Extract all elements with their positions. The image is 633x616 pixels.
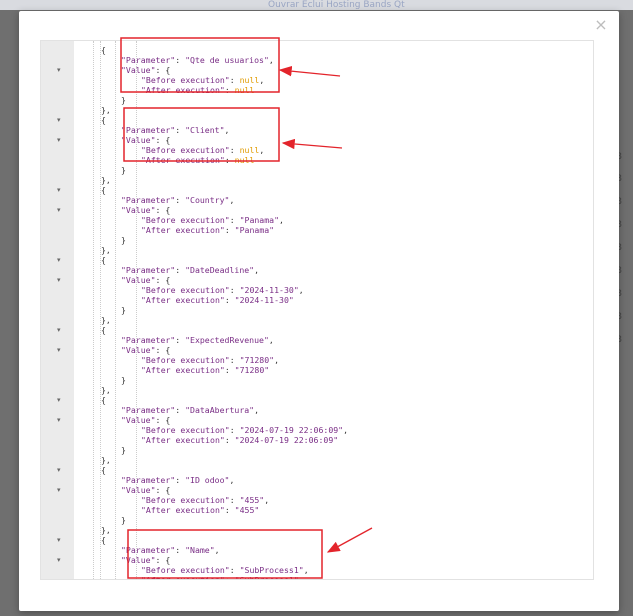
- highlight-box-qte-usuarios: [120, 37, 280, 93]
- annotation-arrow-client: [281, 138, 343, 150]
- annotation-arrows: [120, 37, 373, 579]
- highlight-box-name: [127, 529, 323, 579]
- highlight-box-client: [123, 107, 280, 162]
- annotation-arrow-qte: [278, 65, 341, 77]
- annotation-arrow-name: [326, 527, 373, 553]
